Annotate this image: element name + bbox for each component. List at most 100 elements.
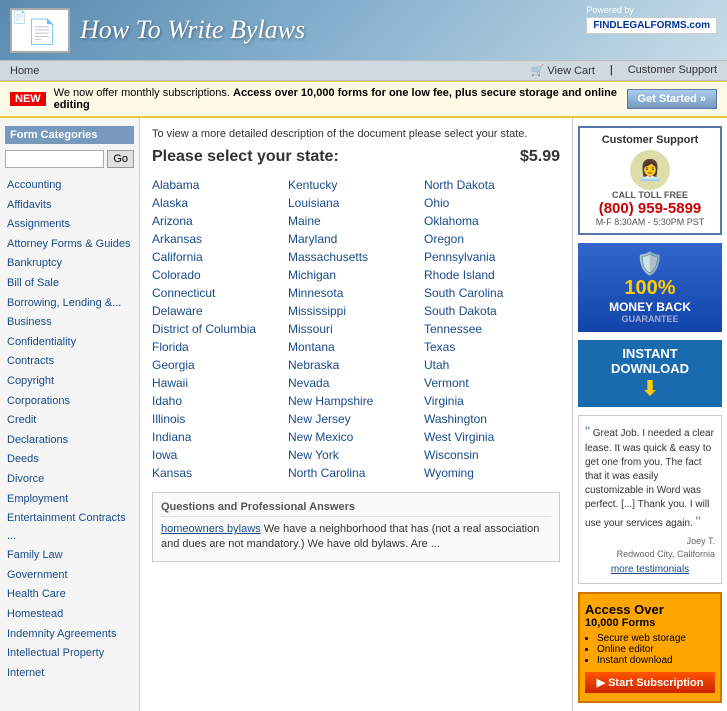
sidebar-item[interactable]: Homestead xyxy=(5,605,134,625)
sidebar-item[interactable]: Borrowing, Lending &... xyxy=(5,294,134,314)
sidebar-item[interactable]: Intellectual Property xyxy=(5,644,134,664)
state-link[interactable]: Connecticut xyxy=(152,284,288,302)
state-link[interactable]: West Virginia xyxy=(424,428,560,446)
state-link[interactable]: Maryland xyxy=(288,230,424,248)
state-link[interactable]: Utah xyxy=(424,356,560,374)
state-link[interactable]: Alaska xyxy=(152,194,288,212)
sidebar-item[interactable]: Family Law xyxy=(5,546,134,566)
state-link[interactable]: Idaho xyxy=(152,392,288,410)
state-link[interactable]: Mississippi xyxy=(288,302,424,320)
sidebar-item[interactable]: Business xyxy=(5,313,134,333)
state-link[interactable]: Iowa xyxy=(152,446,288,464)
download-arrow-icon: ⬇ xyxy=(583,376,717,401)
state-link[interactable]: New Hampshire xyxy=(288,392,424,410)
home-link[interactable]: Home xyxy=(10,65,39,77)
money-back-sub: GUARANTEE xyxy=(583,314,717,324)
state-link[interactable]: Montana xyxy=(288,338,424,356)
customer-support-nav-link[interactable]: Customer Support xyxy=(628,64,717,77)
state-link[interactable]: Nebraska xyxy=(288,356,424,374)
state-link[interactable]: New Jersey xyxy=(288,410,424,428)
state-link[interactable]: North Carolina xyxy=(288,464,424,482)
sidebar-item[interactable]: Credit xyxy=(5,411,134,431)
state-link[interactable]: Vermont xyxy=(424,374,560,392)
state-link[interactable]: Massachusetts xyxy=(288,248,424,266)
state-link[interactable]: Michigan xyxy=(288,266,424,284)
quote-open-icon: " xyxy=(585,423,590,439)
sidebar-item[interactable]: Assignments xyxy=(5,215,134,235)
sidebar-item[interactable]: Employment xyxy=(5,490,134,510)
navbar: Home 🛒 View Cart | Customer Support xyxy=(0,60,727,81)
state-link[interactable]: Arkansas xyxy=(152,230,288,248)
sidebar-item[interactable]: Entertainment Contracts ... xyxy=(5,509,134,546)
sidebar-item[interactable]: Accounting xyxy=(5,176,134,196)
state-link[interactable]: Missouri xyxy=(288,320,424,338)
sidebar-item[interactable]: Internet xyxy=(5,664,134,684)
sidebar-item[interactable]: Divorce xyxy=(5,470,134,490)
access-box: Access Over 10,000 Forms Secure web stor… xyxy=(578,592,722,703)
sidebar-item[interactable]: Deeds xyxy=(5,450,134,470)
sidebar-item[interactable]: Bankruptcy xyxy=(5,254,134,274)
sidebar-item[interactable]: Bill of Sale xyxy=(5,274,134,294)
state-link[interactable]: Wisconsin xyxy=(424,446,560,464)
state-link[interactable]: Hawaii xyxy=(152,374,288,392)
qa-link[interactable]: homeowners bylaws xyxy=(161,523,261,535)
state-link[interactable]: Washington xyxy=(424,410,560,428)
instant-download-label: INSTANT DOWNLOAD xyxy=(583,346,717,376)
state-link[interactable]: Florida xyxy=(152,338,288,356)
state-link[interactable]: Indiana xyxy=(152,428,288,446)
sidebar-item[interactable]: Government xyxy=(5,566,134,586)
state-link[interactable]: Louisiana xyxy=(288,194,424,212)
state-link[interactable]: Illinois xyxy=(152,410,288,428)
state-link[interactable]: North Dakota xyxy=(424,176,560,194)
more-testimonials-link[interactable]: more testimonials xyxy=(585,563,715,577)
state-link[interactable]: Nevada xyxy=(288,374,424,392)
sidebar-item[interactable]: Declarations xyxy=(5,431,134,451)
sidebar-item[interactable]: Indemnity Agreements xyxy=(5,625,134,645)
state-link[interactable]: Virginia xyxy=(424,392,560,410)
subscription-text: We now offer monthly subscriptions. Acce… xyxy=(54,87,619,111)
view-cart-link[interactable]: 🛒 View Cart xyxy=(531,64,595,77)
header: 📄 How To Write Bylaws Powered by FINDLEG… xyxy=(0,0,727,60)
sidebar-item[interactable]: Confidentiality xyxy=(5,333,134,353)
state-link[interactable]: Colorado xyxy=(152,266,288,284)
sidebar-item[interactable]: Health Care xyxy=(5,585,134,605)
site-title: How To Write Bylaws xyxy=(80,15,305,45)
state-link[interactable]: Ohio xyxy=(424,194,560,212)
new-badge: NEW xyxy=(10,92,46,106)
state-link[interactable]: Pennsylvania xyxy=(424,248,560,266)
state-link[interactable]: Kentucky xyxy=(288,176,424,194)
state-link[interactable]: Oklahoma xyxy=(424,212,560,230)
state-link[interactable]: Delaware xyxy=(152,302,288,320)
start-subscription-button[interactable]: ▶ Start Subscription xyxy=(585,672,715,693)
sidebar-item[interactable]: Corporations xyxy=(5,392,134,412)
get-started-button[interactable]: Get Started » xyxy=(627,89,717,109)
state-link[interactable]: California xyxy=(152,248,288,266)
state-link[interactable]: Alabama xyxy=(152,176,288,194)
sidebar-item[interactable]: Copyright xyxy=(5,372,134,392)
state-link[interactable]: Wyoming xyxy=(424,464,560,482)
state-link[interactable]: Georgia xyxy=(152,356,288,374)
state-link[interactable]: Minnesota xyxy=(288,284,424,302)
sidebar-item[interactable]: Contracts xyxy=(5,352,134,372)
powered-by-text: Powered by xyxy=(586,5,634,15)
state-link[interactable]: New York xyxy=(288,446,424,464)
state-link[interactable]: Tennessee xyxy=(424,320,560,338)
navbar-left: Home xyxy=(10,65,39,77)
sidebar-item[interactable]: Affidavits xyxy=(5,196,134,216)
state-link[interactable]: Arizona xyxy=(152,212,288,230)
states-column-1: AlabamaAlaskaArizonaArkansasCaliforniaCo… xyxy=(152,176,288,482)
states-column-2: KentuckyLouisianaMaineMarylandMassachuse… xyxy=(288,176,424,482)
access-feature-item: Online editor xyxy=(597,644,715,655)
state-link[interactable]: South Carolina xyxy=(424,284,560,302)
state-link[interactable]: Rhode Island xyxy=(424,266,560,284)
state-link[interactable]: Texas xyxy=(424,338,560,356)
state-link[interactable]: Maine xyxy=(288,212,424,230)
state-link[interactable]: Oregon xyxy=(424,230,560,248)
state-link[interactable]: New Mexico xyxy=(288,428,424,446)
state-link[interactable]: South Dakota xyxy=(424,302,560,320)
state-link[interactable]: District of Columbia xyxy=(152,320,288,338)
search-go-button[interactable]: Go xyxy=(107,150,134,168)
sidebar-item[interactable]: Attorney Forms & Guides xyxy=(5,235,134,255)
search-input[interactable] xyxy=(5,150,104,168)
state-link[interactable]: Kansas xyxy=(152,464,288,482)
